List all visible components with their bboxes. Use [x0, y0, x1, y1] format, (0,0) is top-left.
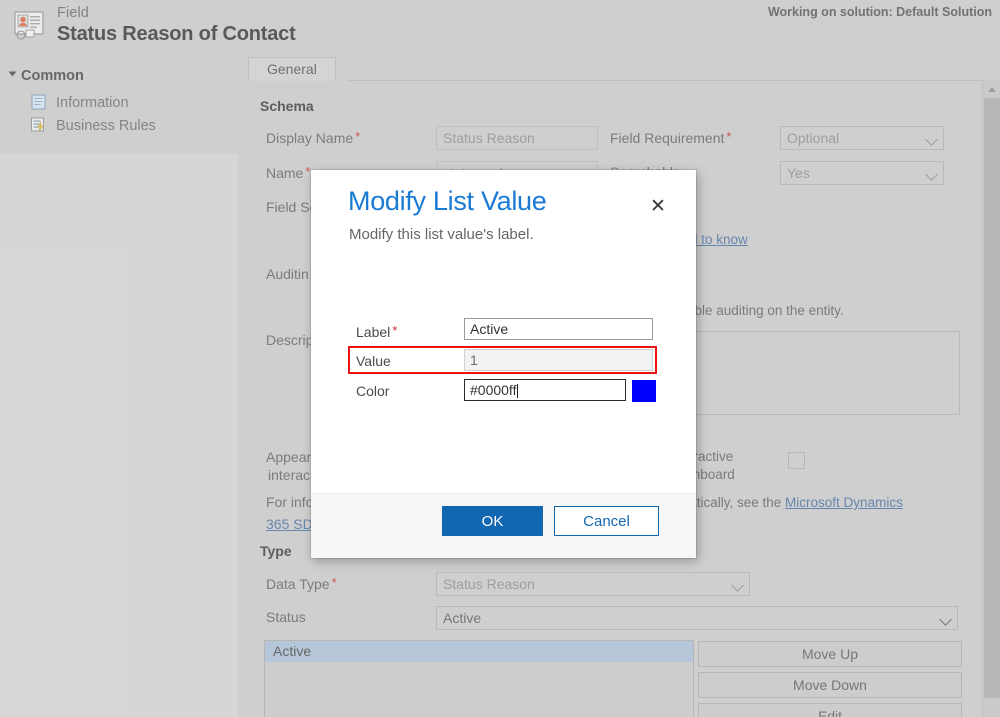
- label-field-color: Color: [356, 383, 389, 399]
- app-root: Field Status Reason of Contact Working o…: [0, 0, 1000, 717]
- color-swatch[interactable]: [631, 379, 657, 403]
- modify-list-value-dialog: Modify List Value Modify this list value…: [311, 170, 696, 558]
- color-input[interactable]: #0000ff: [464, 379, 626, 401]
- label-field-label: Label*: [356, 323, 397, 340]
- dialog-title: Modify List Value: [348, 186, 547, 217]
- dialog-footer: OK Cancel: [311, 493, 696, 558]
- color-input-value: #0000ff: [470, 382, 516, 398]
- close-icon[interactable]: ✕: [647, 195, 669, 217]
- dialog-subtitle: Modify this list value's label.: [349, 226, 534, 243]
- value-row-highlight: [348, 346, 657, 374]
- required-asterisk: *: [392, 323, 397, 338]
- label-input[interactable]: Active: [464, 318, 653, 340]
- cancel-button[interactable]: Cancel: [554, 506, 659, 536]
- text-caret: [517, 384, 518, 398]
- ok-button[interactable]: OK: [442, 506, 543, 536]
